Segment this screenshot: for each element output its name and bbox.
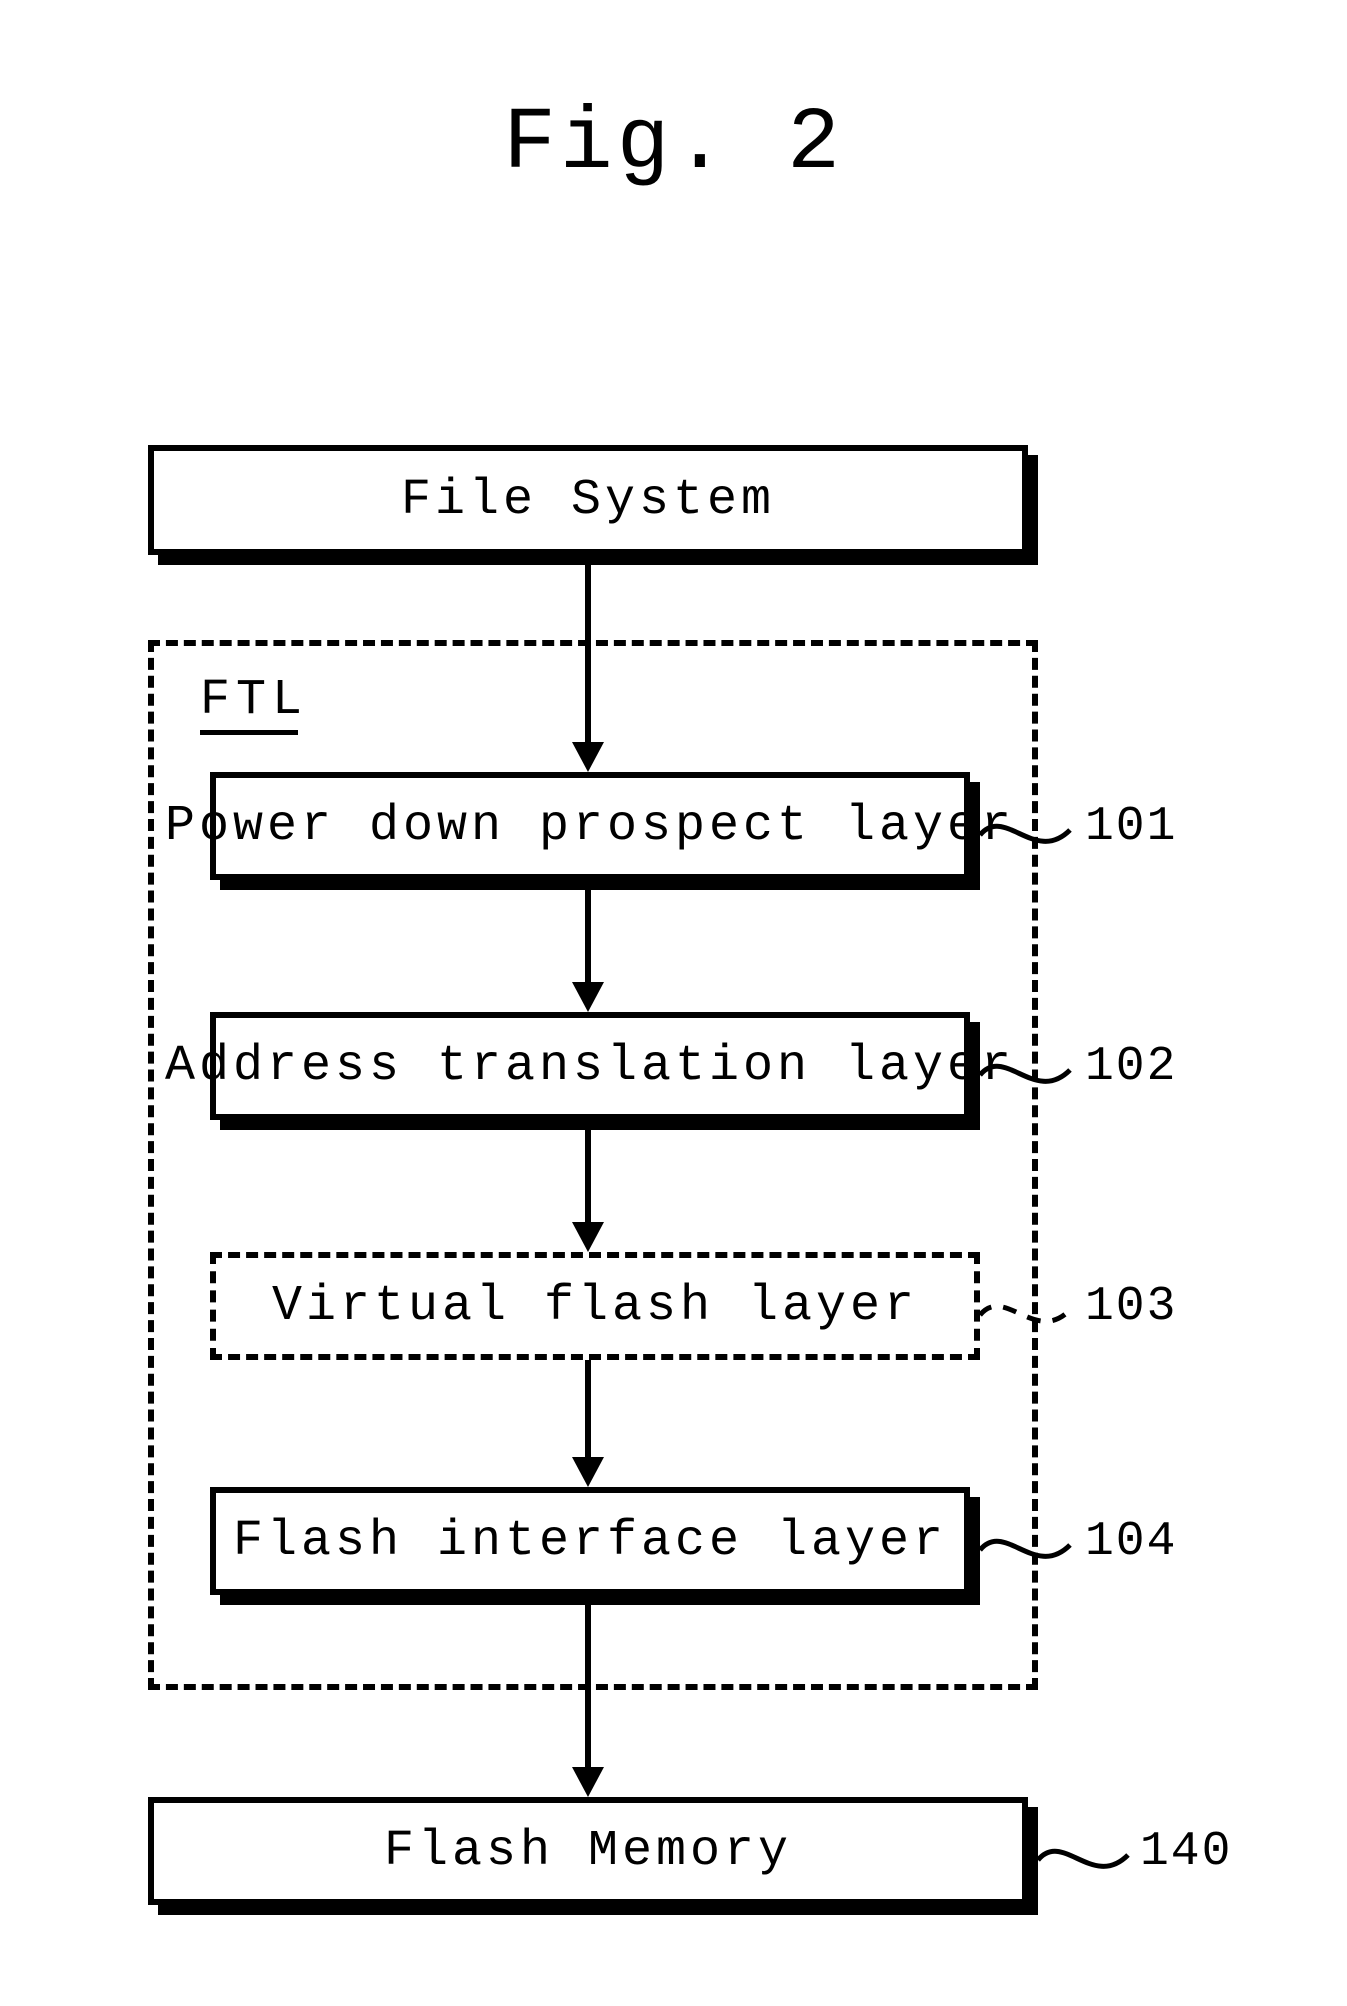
address-translation-block: Address translation layer: [210, 1012, 970, 1120]
arrow-4-stem: [585, 1360, 591, 1460]
file-system-label: File System: [401, 472, 775, 529]
address-translation-label: Address translation layer: [165, 1038, 1015, 1095]
arrow-3-stem: [585, 1125, 591, 1225]
arrow-5-stem: [585, 1600, 591, 1770]
ref-104: 104: [1085, 1515, 1177, 1569]
power-down-label: Power down prospect layer: [165, 798, 1015, 855]
virtual-flash-label: Virtual flash layer: [272, 1278, 918, 1335]
ftl-underline: [200, 730, 298, 735]
diagram-canvas: Fig. 2 File System FTL Power down prospe…: [0, 0, 1347, 2006]
arrow-2-stem: [585, 885, 591, 985]
flash-memory-block: Flash Memory: [148, 1797, 1028, 1905]
arrow-5-head: [572, 1767, 604, 1797]
arrow-2-head: [572, 982, 604, 1012]
file-system-block: File System: [148, 445, 1028, 555]
ref-101: 101: [1085, 800, 1177, 854]
power-down-block: Power down prospect layer: [210, 772, 970, 880]
arrow-4-head: [572, 1457, 604, 1487]
ref-140: 140: [1140, 1825, 1232, 1879]
ftl-label: FTL: [200, 672, 308, 729]
flash-interface-label: Flash interface layer: [233, 1513, 947, 1570]
arrow-3-head: [572, 1222, 604, 1252]
flash-interface-block: Flash interface layer: [210, 1487, 970, 1595]
virtual-flash-block: Virtual flash layer: [210, 1252, 980, 1360]
flash-memory-label: Flash Memory: [384, 1823, 792, 1880]
ref-103: 103: [1085, 1280, 1177, 1334]
ref-102: 102: [1085, 1040, 1177, 1094]
figure-title: Fig. 2: [0, 95, 1347, 194]
